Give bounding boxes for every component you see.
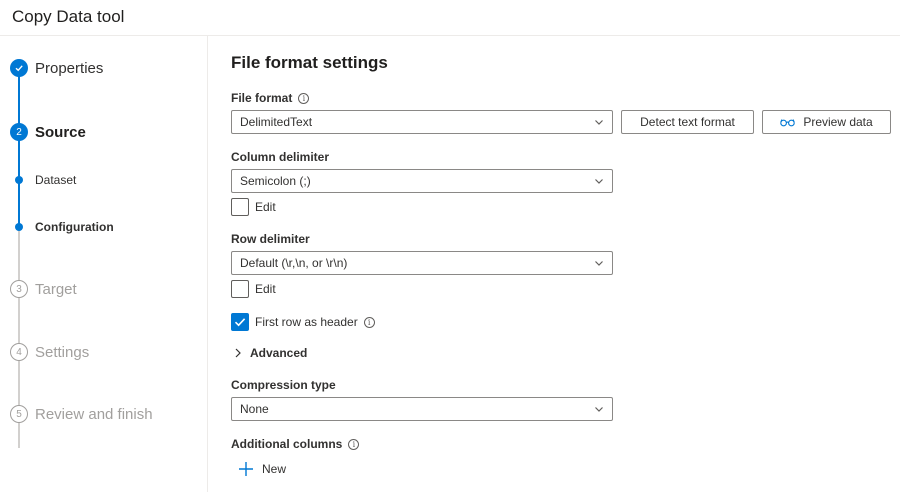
step-label: Source xyxy=(35,123,86,141)
row-delimiter-select[interactable]: Default (\r,\n, or \r\n) xyxy=(231,251,613,275)
chevron-down-icon xyxy=(595,407,603,412)
step-label: Review and finish xyxy=(35,405,153,423)
substep-label: Dataset xyxy=(35,173,77,187)
chevron-right-icon xyxy=(235,348,241,358)
add-column-button[interactable]: New xyxy=(238,461,286,477)
select-value: None xyxy=(240,402,269,416)
label-text: Column delimiter xyxy=(231,150,330,164)
step-number: 4 xyxy=(10,343,28,361)
file-format-select[interactable]: DelimitedText xyxy=(231,110,613,134)
additional-columns-label: Additional columns i xyxy=(231,437,360,451)
step-number: 2 xyxy=(10,123,28,141)
preview-data-button[interactable]: Preview data xyxy=(762,110,891,134)
select-value: DelimitedText xyxy=(240,115,313,129)
label-text: File format xyxy=(231,91,293,105)
select-value: Default (\r,\n, or \r\n) xyxy=(240,256,348,270)
column-delimiter-label: Column delimiter xyxy=(231,150,329,164)
row-delimiter-edit-checkbox[interactable]: Edit xyxy=(231,280,276,298)
select-value: Semicolon (;) xyxy=(240,174,311,188)
checkbox-label: Edit xyxy=(255,282,276,296)
advanced-expander[interactable]: Advanced xyxy=(234,346,307,360)
chevron-down-icon xyxy=(595,179,603,184)
column-delimiter-select[interactable]: Semicolon (;) xyxy=(231,169,613,193)
detect-text-format-button[interactable]: Detect text format xyxy=(621,110,754,134)
checkbox-box[interactable] xyxy=(231,198,249,216)
substep-label: Configuration xyxy=(35,220,114,234)
button-label: New xyxy=(262,462,287,476)
button-label: Detect text format xyxy=(640,115,735,129)
substep-dot xyxy=(15,223,23,231)
info-icon[interactable]: i xyxy=(363,316,375,328)
label-text: Additional columns xyxy=(231,437,343,451)
label-text: Compression type xyxy=(231,378,336,392)
glasses-icon xyxy=(780,118,796,126)
expander-label: Advanced xyxy=(250,346,308,360)
compression-type-label: Compression type xyxy=(231,378,336,392)
step-label: Target xyxy=(35,280,77,298)
step-label: Properties xyxy=(35,59,104,77)
info-icon[interactable]: i xyxy=(298,92,310,104)
chevron-down-icon xyxy=(595,261,603,266)
step-number: 3 xyxy=(10,280,28,298)
compression-type-select[interactable]: None xyxy=(231,397,613,421)
page-title: File format settings xyxy=(231,53,388,72)
column-delimiter-edit-checkbox[interactable]: Edit xyxy=(231,198,276,216)
wizard-sidebar: Properties 2 Source Dataset Configuratio… xyxy=(0,36,208,492)
plus-icon xyxy=(239,462,253,476)
title-bar: Copy Data tool xyxy=(0,0,900,36)
substep-dot xyxy=(15,176,23,184)
info-icon[interactable]: i xyxy=(348,438,360,450)
file-format-label: File format i xyxy=(231,91,310,105)
button-label: Preview data xyxy=(803,115,873,129)
label-text: Row delimiter xyxy=(231,232,310,246)
app-title: Copy Data tool xyxy=(12,7,125,26)
check-icon xyxy=(234,318,246,327)
checkbox-box[interactable] xyxy=(231,313,249,331)
check-icon xyxy=(10,59,28,77)
checkbox-box[interactable] xyxy=(231,280,249,298)
row-delimiter-label: Row delimiter xyxy=(231,232,310,246)
step-label: Settings xyxy=(35,343,90,361)
chevron-down-icon xyxy=(595,120,603,125)
checkbox-label: First row as header xyxy=(255,315,358,329)
step-number: 5 xyxy=(10,405,28,423)
checkbox-label: Edit xyxy=(255,200,276,214)
first-row-header-checkbox[interactable]: First row as header i xyxy=(231,313,375,331)
progress-rail-completed xyxy=(18,76,20,228)
